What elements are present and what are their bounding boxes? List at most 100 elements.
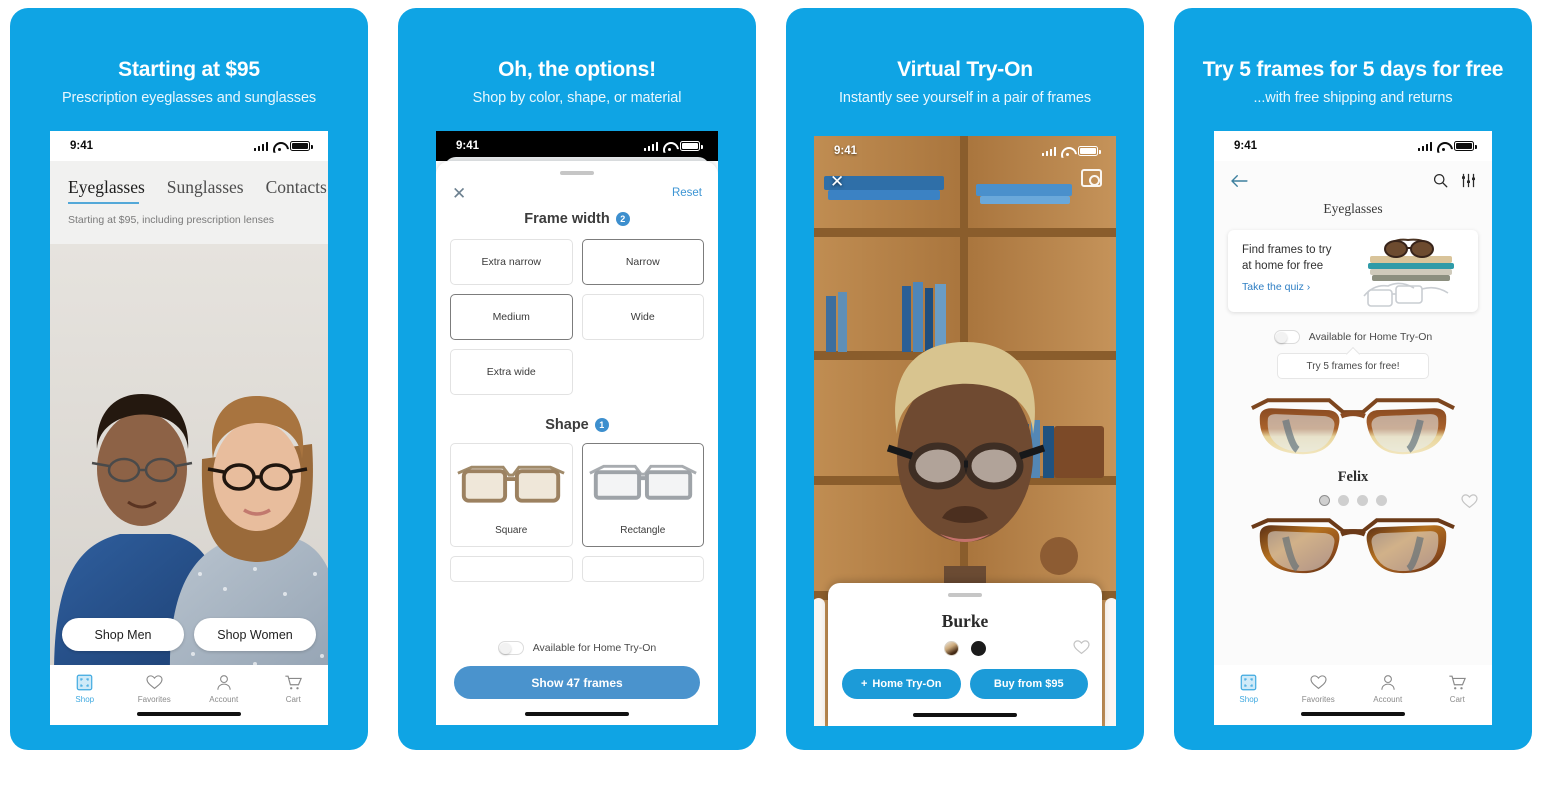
heart-outline-icon[interactable] [1461, 493, 1478, 514]
couple-photo-illustration [50, 244, 328, 665]
chevron-right-icon: › [1306, 281, 1311, 294]
filter-icon[interactable] [1461, 173, 1476, 193]
panel-2-title: Oh, the options! [498, 58, 656, 81]
cart-icon [259, 672, 329, 692]
panel-oh-the-options: Oh, the options! Shop by color, shape, o… [398, 8, 756, 750]
option-extra-narrow[interactable]: Extra narrow [450, 238, 573, 285]
color-dot-1[interactable] [1319, 495, 1330, 506]
battery-icon [1078, 146, 1101, 156]
panel-1-header: Starting at $95 Prescription eyeglasses … [10, 8, 368, 106]
tabbar-item-account[interactable]: Account [189, 672, 259, 704]
tab-contacts[interactable]: Contacts [266, 177, 327, 204]
option-medium[interactable]: Medium [450, 293, 573, 340]
home-indicator-4[interactable] [1301, 711, 1405, 716]
status-indicators [253, 141, 313, 151]
product-card-felix[interactable]: Felix [1214, 389, 1492, 509]
shape-options: Square Rectangle [436, 433, 718, 582]
panel-3-header: Virtual Try-On Instantly see yourself in… [786, 8, 1144, 106]
close-icon[interactable]: ✕ [452, 185, 466, 202]
hero-photo [50, 244, 328, 665]
frame-width-options: Extra narrow Narrow Medium Wide Extra wi… [436, 227, 718, 395]
shop-screen: Eyeglasses Sunglasses Contacts Starting … [50, 161, 328, 725]
phone-mockup-4: 9:41 Eyeglasses Find frames to try at ho… [1214, 131, 1492, 725]
reset-button[interactable]: Reset [672, 187, 702, 199]
option-extra-wide[interactable]: Extra wide [450, 348, 573, 395]
shop-men-button[interactable]: Shop Men [62, 618, 184, 651]
status-time: 9:41 [70, 140, 94, 152]
next-frame-card-edge[interactable] [1105, 598, 1116, 726]
section-shape: Shape 1 [436, 417, 718, 433]
shape-option-partial-right[interactable] [581, 555, 704, 582]
color-dot-2[interactable] [1338, 495, 1349, 506]
tabbar-item-shop[interactable]: Shop [1214, 672, 1284, 704]
tabbar-item-cart[interactable]: Cart [1423, 672, 1493, 704]
home-indicator-1[interactable] [137, 711, 241, 716]
phone-mockup-3: 9:41 ✕ Burke + Home Try-On Buy from $95 [814, 136, 1116, 726]
close-icon[interactable]: ✕ [830, 172, 844, 192]
shop-women-button[interactable]: Shop Women [194, 618, 316, 651]
tabbar-label-cart: Cart [285, 695, 301, 704]
home-indicator-2[interactable] [525, 711, 629, 716]
tabbar-label-shop: Shop [75, 695, 95, 704]
filter-sheet: ✕ Reset Frame width 2 Extra narrow Narro… [436, 161, 718, 725]
tab-eyeglasses[interactable]: Eyeglasses [68, 177, 145, 204]
tabbar-item-cart[interactable]: Cart [259, 672, 329, 704]
option-wide[interactable]: Wide [581, 293, 704, 340]
panel-2-header: Oh, the options! Shop by color, shape, o… [398, 8, 756, 106]
buy-button[interactable]: Buy from $95 [969, 668, 1088, 699]
shape-option-square[interactable]: Square [450, 442, 573, 547]
home-tryon-toggle[interactable] [1273, 330, 1300, 344]
tab-sunglasses[interactable]: Sunglasses [167, 177, 244, 204]
take-the-quiz-label: Take the quiz [1242, 281, 1304, 294]
wifi-icon [663, 142, 675, 151]
square-frame-image [452, 444, 570, 525]
shop-icon [1214, 672, 1284, 692]
heart-outline-icon[interactable] [1073, 639, 1090, 660]
home-tryon-toggle[interactable] [497, 641, 524, 655]
rectangle-glasses-icon [588, 464, 697, 500]
tabbar-item-shop[interactable]: Shop [50, 672, 120, 704]
sheet-toolbar: ✕ Reset [436, 175, 718, 202]
panel-3-title: Virtual Try-On [897, 58, 1033, 81]
home-tryon-button[interactable]: + Home Try-On [842, 668, 961, 699]
signal-icon [1417, 141, 1432, 151]
color-dot-3[interactable] [1357, 495, 1368, 506]
shop-icon [50, 672, 120, 692]
camera-icon[interactable] [1081, 169, 1102, 187]
search-icon[interactable] [1433, 173, 1448, 193]
quiz-card-illustration [1363, 238, 1454, 307]
section-frame-width-label: Frame width [524, 210, 610, 227]
page-title: Eyeglasses [1323, 201, 1383, 216]
back-arrow-icon[interactable] [1230, 174, 1248, 193]
shape-option-rectangle[interactable]: Rectangle [581, 442, 704, 547]
battery-icon [290, 141, 313, 151]
status-bar-4: 9:41 [1214, 131, 1492, 161]
home-indicator-3[interactable] [913, 712, 1017, 717]
card-grabber[interactable] [948, 593, 982, 597]
tabbar-item-favorites[interactable]: Favorites [120, 672, 190, 704]
person-icon [1353, 672, 1423, 692]
option-narrow[interactable]: Narrow [581, 238, 704, 285]
bottom-tab-bar-4: Shop Favorites Account Cart [1214, 665, 1492, 725]
swatch-black[interactable] [971, 640, 986, 656]
panel-4-title: Try 5 frames for 5 days for free [1202, 58, 1504, 81]
previous-frame-card-edge[interactable] [814, 598, 825, 726]
eyeglasses-listing-screen: Eyeglasses Find frames to try at home fo… [1214, 161, 1492, 725]
plus-icon: + [860, 677, 868, 690]
tabbar-item-favorites[interactable]: Favorites [1284, 672, 1354, 704]
tabbar-item-account[interactable]: Account [1353, 672, 1423, 704]
show-frames-button[interactable]: Show 47 frames [454, 666, 700, 699]
next-glasses-image [1251, 518, 1455, 574]
felix-glasses-image [1251, 398, 1455, 455]
signal-icon [643, 141, 658, 151]
panel-virtual-try-on: Virtual Try-On Instantly see yourself in… [786, 8, 1144, 750]
quiz-promo-card[interactable]: Find frames to try at home for free Take… [1228, 230, 1478, 312]
person-icon [189, 672, 259, 692]
shape-option-partial-left[interactable] [450, 555, 573, 582]
swatch-tortoise[interactable] [944, 640, 959, 656]
color-dot-4[interactable] [1376, 495, 1387, 506]
product-card-next[interactable] [1214, 512, 1492, 584]
tabbar-label-shop: Shop [1239, 695, 1259, 704]
wifi-icon [1437, 142, 1449, 151]
tabbar-label-cart: Cart [1449, 695, 1465, 704]
